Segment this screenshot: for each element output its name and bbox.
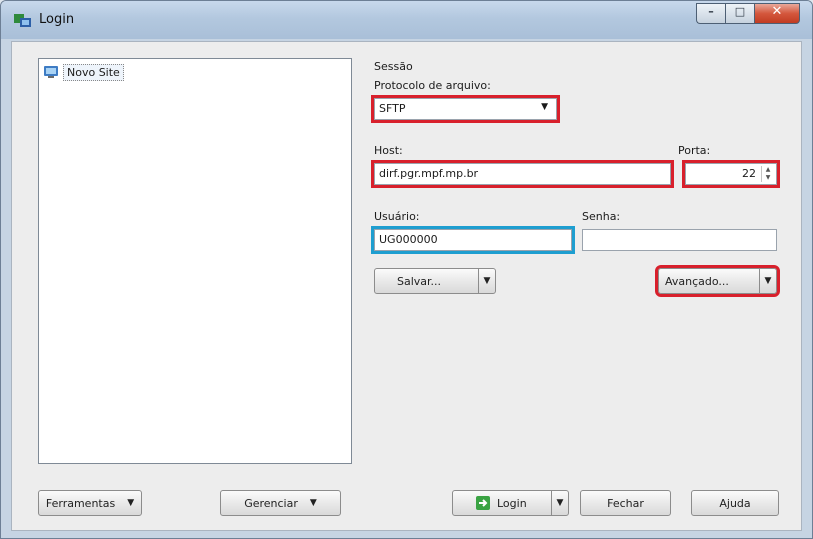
- maximize-icon: □: [734, 5, 746, 18]
- title-bar[interactable]: Login – □ ✕: [1, 1, 812, 39]
- tools-button[interactable]: Ferramentas ▼: [38, 490, 142, 516]
- login-button[interactable]: Login ▼: [452, 490, 569, 516]
- app-icon: [14, 14, 31, 27]
- password-label: Senha:: [582, 210, 621, 223]
- minimize-icon: –: [708, 5, 714, 18]
- protocol-select[interactable]: SFTP ▼: [371, 95, 560, 123]
- protocol-label: Protocolo de arquivo:: [374, 79, 491, 92]
- help-button[interactable]: Ajuda: [691, 490, 779, 516]
- window-title: Login: [39, 12, 75, 27]
- minimize-button[interactable]: –: [696, 3, 725, 24]
- user-label: Usuário:: [374, 210, 420, 223]
- chevron-down-icon: ▼: [309, 498, 317, 508]
- login-icon: [476, 496, 490, 510]
- monitor-icon: [44, 66, 58, 78]
- chevron-down-icon: ▼: [127, 498, 135, 508]
- chevron-down-icon: ▼: [764, 276, 772, 286]
- save-dropdown-toggle[interactable]: ▼: [478, 269, 495, 293]
- advanced-dropdown-toggle[interactable]: ▼: [759, 269, 776, 293]
- port-input[interactable]: 22 ▲ ▼: [682, 160, 780, 188]
- chevron-down-icon: ▼: [541, 102, 548, 112]
- user-input[interactable]: UG000000: [371, 226, 575, 254]
- save-button-label: Salvar...: [397, 274, 442, 288]
- host-label: Host:: [374, 144, 403, 157]
- host-value: dirf.pgr.mpf.mp.br: [379, 167, 479, 180]
- password-input[interactable]: [582, 229, 777, 251]
- maximize-button[interactable]: □: [725, 3, 754, 24]
- tree-item-novo-site[interactable]: Novo Site: [43, 63, 124, 81]
- close-button-label: Fechar: [607, 496, 644, 510]
- session-group-label: Sessão: [374, 60, 413, 73]
- site-tree[interactable]: Novo Site: [38, 58, 352, 464]
- login-button-label: Login: [497, 496, 527, 510]
- manage-button[interactable]: Gerenciar ▼: [220, 490, 341, 516]
- chevron-down-icon: ▼: [483, 276, 491, 286]
- login-window: Login – □ ✕ Novo Site Sessão Protocolo d…: [0, 0, 813, 539]
- login-dropdown-toggle[interactable]: ▼: [551, 491, 568, 515]
- close-button[interactable]: Fechar: [580, 490, 671, 516]
- dialog-body: Novo Site Sessão Protocolo de arquivo: S…: [11, 41, 802, 531]
- advanced-button[interactable]: Avançado... ▼: [655, 265, 780, 297]
- tools-button-label: Ferramentas: [45, 496, 116, 510]
- port-label: Porta:: [678, 144, 711, 157]
- advanced-button-label: Avançado...: [665, 274, 729, 288]
- close-icon: ✕: [771, 4, 783, 19]
- host-input[interactable]: dirf.pgr.mpf.mp.br: [371, 160, 674, 188]
- chevron-down-icon: ▼: [556, 498, 564, 508]
- tree-item-label: Novo Site: [63, 63, 124, 81]
- save-button[interactable]: Salvar... ▼: [374, 268, 496, 294]
- help-button-label: Ajuda: [719, 496, 751, 510]
- window-controls: – □ ✕: [696, 3, 800, 24]
- port-value: 22: [742, 167, 756, 180]
- user-value: UG000000: [379, 233, 438, 246]
- protocol-value: SFTP: [379, 102, 406, 115]
- port-spinner[interactable]: ▲ ▼: [761, 166, 774, 182]
- close-window-button[interactable]: ✕: [754, 3, 800, 24]
- manage-button-label: Gerenciar: [244, 496, 298, 510]
